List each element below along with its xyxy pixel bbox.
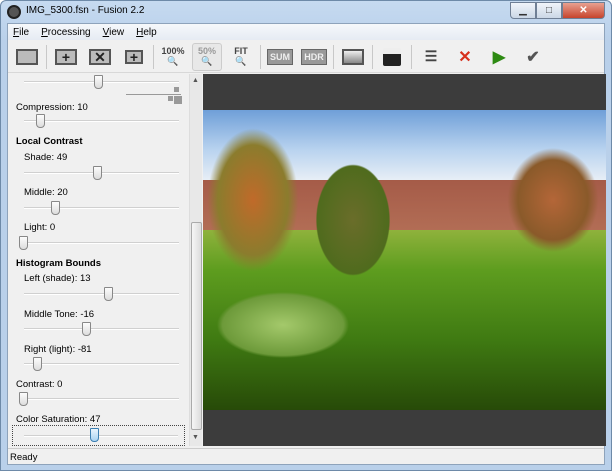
color-saturation-slider[interactable] — [12, 425, 185, 446]
frame-icon — [16, 48, 38, 65]
histogram-bounds-heading: Histogram Bounds — [16, 258, 101, 269]
slider-thumb[interactable] — [92, 166, 102, 180]
apply-button[interactable]: ✔ — [518, 43, 548, 71]
single-frame-button[interactable] — [12, 43, 42, 71]
menu-processing[interactable]: Processing — [41, 27, 90, 38]
middle-tone-label: Middle Tone: -16 — [24, 309, 95, 320]
slider-thumb[interactable] — [19, 392, 28, 406]
compression-label: Compression: 10 — [16, 102, 88, 113]
compression-icon — [126, 94, 181, 95]
slider-thumb[interactable] — [89, 428, 99, 442]
menu-view[interactable]: View — [103, 27, 125, 38]
add-image-button[interactable]: + — [51, 43, 81, 71]
color-saturation-label: Color Saturation: 47 — [16, 414, 101, 425]
right-light-slider[interactable] — [19, 357, 179, 371]
run-button[interactable]: ▶ — [484, 43, 514, 71]
red-x-icon: ✕ — [458, 48, 472, 66]
light-slider[interactable] — [19, 236, 179, 250]
contrast-slider[interactable] — [19, 392, 179, 406]
remove-image-button[interactable]: ✕ — [85, 43, 115, 71]
slider-thumb[interactable] — [19, 236, 28, 250]
magnifier-icon: 🔍 — [201, 56, 213, 66]
menu-file[interactable]: File — [13, 27, 29, 38]
menu-help[interactable]: Help — [136, 27, 157, 38]
toolbar: + ✕ + 100% 🔍 50% 🔍 FIT 🔍 SUM HDR ☰ ✕ ▶ ✔ — [8, 41, 604, 73]
app-window: IMG_5300.fsn - Fusion 2.2 ▁ □ ✕ File Pro… — [0, 0, 612, 471]
left-shade-slider[interactable] — [19, 287, 179, 301]
magnifier-icon: 🔍 — [235, 56, 247, 66]
remove-frame-icon: ✕ — [89, 48, 111, 65]
slider-thumb[interactable] — [35, 114, 45, 128]
app-icon — [7, 5, 21, 19]
top-slider[interactable] — [19, 75, 179, 89]
checkmark-icon: ✔ — [526, 48, 540, 66]
slider-thumb[interactable] — [103, 287, 113, 301]
compression-slider[interactable] — [19, 114, 179, 128]
magnifier-icon: 🔍 — [167, 56, 179, 66]
sliders-icon: ☰ — [424, 48, 438, 64]
play-icon: ▶ — [492, 48, 506, 66]
landscape-image-button[interactable] — [338, 43, 368, 71]
middle-tone-slider[interactable] — [19, 322, 179, 336]
slider-thumb[interactable] — [50, 201, 60, 215]
sum-button[interactable]: SUM — [265, 43, 295, 71]
title-bar: IMG_5300.fsn - Fusion 2.2 ▁ □ ✕ — [1, 1, 611, 23]
panel-scrollbar[interactable]: ▲ ▼ — [189, 74, 202, 446]
shade-label: Shade: 49 — [24, 152, 68, 163]
image-viewer[interactable] — [203, 74, 606, 446]
slider-thumb[interactable] — [94, 75, 103, 89]
cancel-button[interactable]: ✕ — [450, 43, 480, 71]
minimize-button[interactable]: ▁ — [510, 2, 536, 19]
settings-button[interactable]: ☰ — [416, 43, 446, 71]
middle-slider[interactable] — [19, 201, 179, 215]
landscape-icon — [342, 48, 364, 65]
maximize-button[interactable]: □ — [536, 2, 562, 19]
local-contrast-heading: Local Contrast — [16, 136, 83, 147]
save-button[interactable] — [377, 43, 407, 71]
close-button[interactable]: ✕ — [562, 2, 605, 19]
light-label: Light: 0 — [24, 222, 56, 233]
middle-label: Middle: 20 — [24, 187, 68, 198]
zoom-50-button[interactable]: 50% 🔍 — [192, 42, 222, 71]
shade-slider[interactable] — [19, 166, 179, 180]
zoom-fit-button[interactable]: FIT 🔍 — [226, 43, 256, 71]
right-light-label: Right (light): -81 — [24, 344, 92, 355]
zoom-100-button[interactable]: 100% 🔍 — [158, 43, 188, 71]
slider-thumb[interactable] — [82, 322, 91, 336]
scrollbar-thumb[interactable] — [191, 222, 202, 430]
hdr-button[interactable]: HDR — [299, 43, 329, 71]
preview-image — [203, 110, 606, 410]
add-frame-icon: + — [55, 48, 77, 65]
align-images-button[interactable]: + — [119, 43, 149, 71]
window-title: IMG_5300.fsn - Fusion 2.2 — [26, 5, 145, 16]
slider-thumb[interactable] — [33, 357, 43, 371]
scroll-up-icon[interactable]: ▲ — [192, 77, 199, 84]
floppy-disk-icon — [383, 47, 401, 66]
contrast-label: Contrast: 0 — [16, 379, 63, 390]
align-frames-icon: + — [125, 49, 143, 64]
scroll-down-icon[interactable]: ▼ — [192, 434, 199, 441]
left-shade-label: Left (shade): 13 — [24, 273, 91, 284]
settings-panel: Compression: 10 Local Contrast Shade: 49… — [8, 74, 202, 446]
status-bar: Ready — [8, 448, 604, 466]
menu-bar: File Processing View Help — [8, 24, 604, 40]
